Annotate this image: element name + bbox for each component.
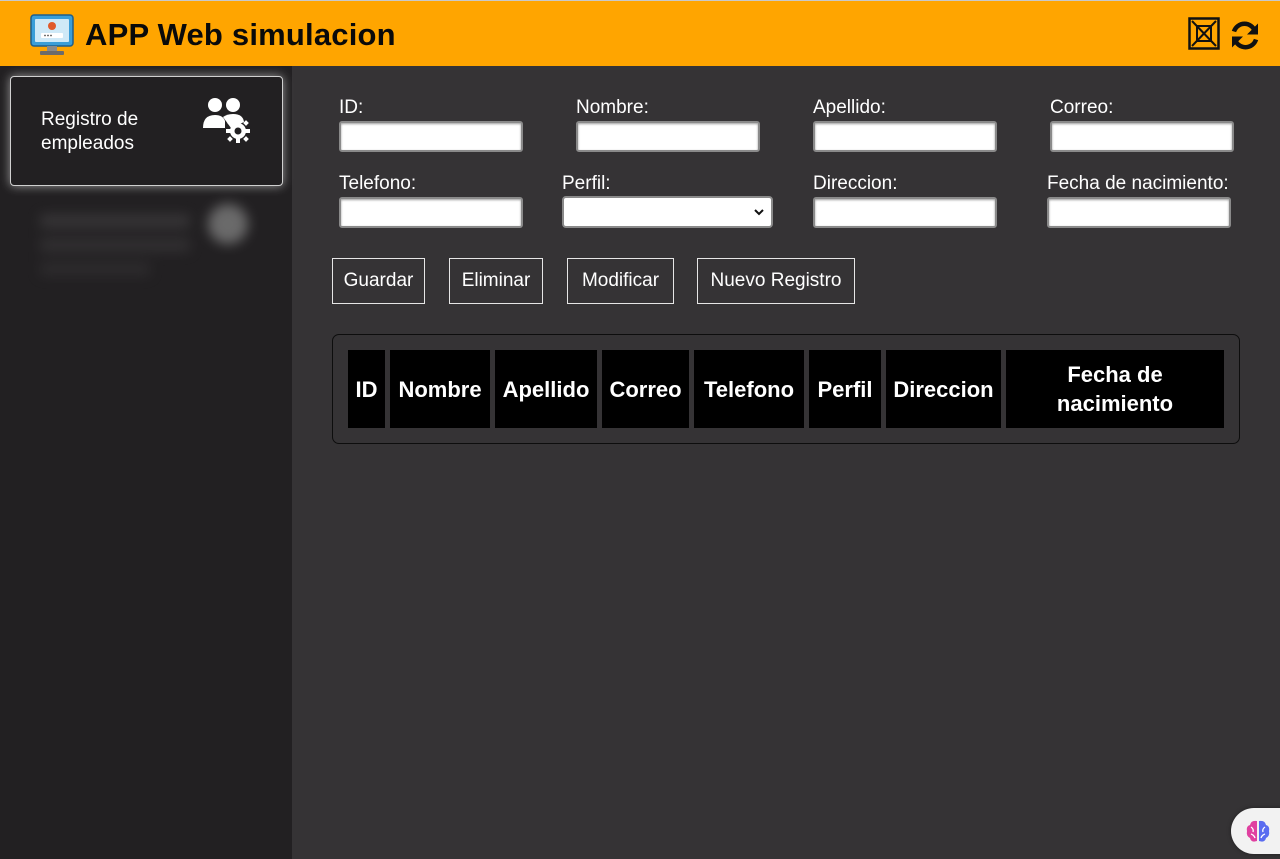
close-window-icon[interactable] bbox=[1188, 17, 1220, 50]
nombre-input[interactable] bbox=[576, 121, 760, 152]
modify-button[interactable]: Modificar bbox=[567, 258, 674, 304]
direccion-label: Direccion: bbox=[813, 173, 898, 194]
perfil-select[interactable] bbox=[562, 196, 773, 228]
sidebar-item-label: Registro de empleados bbox=[41, 109, 139, 154]
app-title: APP Web simulacion bbox=[85, 17, 396, 52]
column-header-apellido: Apellido bbox=[495, 350, 597, 428]
id-input[interactable] bbox=[339, 121, 523, 152]
column-header-correo: Correo bbox=[602, 350, 689, 428]
id-label: ID: bbox=[339, 97, 364, 118]
brain-icon bbox=[1246, 820, 1270, 842]
nombre-label: Nombre: bbox=[576, 97, 649, 118]
monitor-login-icon bbox=[30, 14, 74, 55]
assistant-bubble[interactable] bbox=[1231, 808, 1280, 854]
app-header: APP Web simulacion bbox=[0, 0, 1280, 66]
users-gear-icon bbox=[203, 98, 250, 143]
sidebar-item-blurred bbox=[20, 194, 270, 304]
perfil-label: Perfil: bbox=[562, 173, 611, 194]
column-header-direccion: Direccion bbox=[886, 350, 1001, 428]
telefono-input[interactable] bbox=[339, 197, 523, 228]
refresh-icon[interactable] bbox=[1229, 19, 1261, 52]
save-button[interactable]: Guardar bbox=[332, 258, 425, 304]
sidebar: Registro de empleados bbox=[0, 66, 292, 859]
chevron-down-icon bbox=[754, 209, 764, 216]
column-header-perfil: Perfil bbox=[809, 350, 881, 428]
sidebar-item-registro-empleados[interactable]: Registro de empleados bbox=[10, 76, 283, 186]
correo-label: Correo: bbox=[1050, 97, 1114, 118]
column-header-nombre: Nombre bbox=[390, 350, 490, 428]
new-record-button[interactable]: Nuevo Registro bbox=[697, 258, 855, 304]
apellido-label: Apellido: bbox=[813, 97, 886, 118]
column-header-telefono: Telefono bbox=[694, 350, 804, 428]
fecha-nacimiento-label: Fecha de nacimiento: bbox=[1047, 173, 1229, 194]
delete-button[interactable]: Eliminar bbox=[449, 258, 543, 304]
telefono-label: Telefono: bbox=[339, 173, 417, 194]
direccion-input[interactable] bbox=[813, 197, 997, 228]
fecha-nacimiento-input[interactable] bbox=[1047, 197, 1231, 228]
apellido-input[interactable] bbox=[813, 121, 997, 152]
correo-input[interactable] bbox=[1050, 121, 1234, 152]
column-header-fecha-nacimiento: Fecha de nacimiento bbox=[1006, 350, 1224, 428]
column-header-id: ID bbox=[348, 350, 385, 428]
